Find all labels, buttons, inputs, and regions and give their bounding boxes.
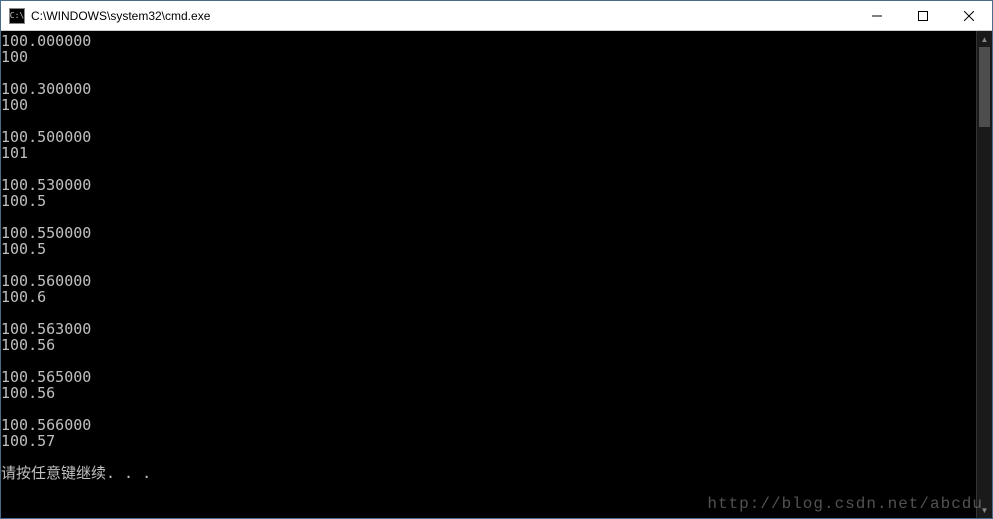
- console-output[interactable]: 100.000000 100 100.300000 100 100.500000…: [1, 31, 976, 518]
- scrollbar-thumb[interactable]: [979, 47, 990, 127]
- vertical-scrollbar[interactable]: ▲ ▼: [976, 31, 992, 518]
- titlebar: C:\ C:\WINDOWS\system32\cmd.exe: [1, 1, 992, 31]
- minimize-button[interactable]: [854, 1, 900, 30]
- window-controls: [854, 1, 992, 30]
- window-title: C:\WINDOWS\system32\cmd.exe: [31, 9, 854, 23]
- cmd-icon: C:\: [9, 8, 25, 24]
- cmd-window: C:\ C:\WINDOWS\system32\cmd.exe 100.0000…: [0, 0, 993, 519]
- scrollbar-down-arrow[interactable]: ▼: [977, 502, 992, 518]
- close-button[interactable]: [946, 1, 992, 30]
- maximize-button[interactable]: [900, 1, 946, 30]
- maximize-icon: [918, 11, 928, 21]
- scrollbar-up-arrow[interactable]: ▲: [977, 31, 992, 47]
- console-area: 100.000000 100 100.300000 100 100.500000…: [1, 31, 992, 518]
- close-icon: [964, 11, 974, 21]
- minimize-icon: [872, 11, 882, 21]
